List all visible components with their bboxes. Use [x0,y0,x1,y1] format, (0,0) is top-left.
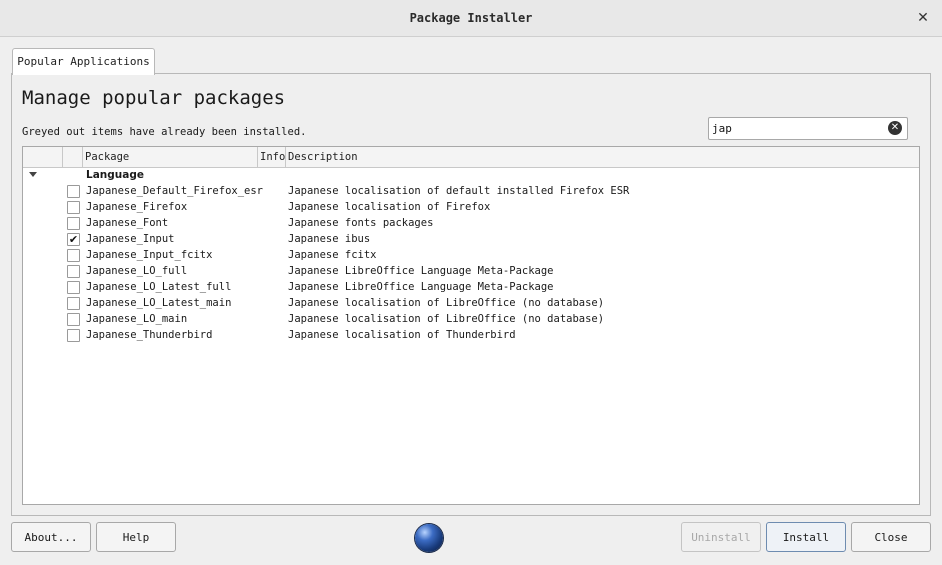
package-name: Japanese_Font [86,217,169,229]
package-name: Japanese_LO_main [86,313,188,325]
header-description[interactable]: Description [286,147,919,167]
search-input[interactable] [712,119,880,137]
table-row[interactable]: Japanese_LO_Latest_main Japanese localisa… [23,295,919,311]
installed-note: Greyed out items have already been insta… [22,126,307,138]
install-button[interactable]: Install [766,522,846,552]
uninstall-button[interactable]: Uninstall [681,522,761,552]
package-checkbox[interactable] [67,329,80,342]
close-button[interactable]: Close [851,522,931,552]
search-box: ✕ [708,117,908,140]
window-title: Package Installer [409,11,533,25]
package-name: Japanese_LO_Latest_main [86,297,232,309]
package-name: Japanese_Firefox [86,201,188,213]
package-installer-window: Package Installer ✕ Popular Applications… [0,0,942,565]
package-description: Japanese LibreOffice Language Meta-Packa… [288,265,554,277]
package-name: Japanese_Default_Firefox_esr [86,185,264,197]
package-checkbox[interactable] [67,217,80,230]
clear-search-icon[interactable]: ✕ [888,121,902,135]
package-checkbox[interactable] [67,249,80,262]
header-expander-col[interactable] [23,147,63,167]
table-row[interactable]: Japanese_Input_fcitx Japanese fcitx [23,247,919,263]
package-checkbox[interactable] [67,185,80,198]
package-checkbox[interactable] [67,201,80,214]
package-name: Japanese_Input_fcitx [86,249,213,261]
package-description: Japanese localisation of default install… [288,185,630,197]
package-name: Japanese_Thunderbird [86,329,213,341]
table-row[interactable]: ✔ Japanese_Input Japanese ibus [23,231,919,247]
table-row[interactable]: Japanese_Firefox Japanese localisation of… [23,199,919,215]
header-info[interactable]: Info [258,147,286,167]
package-description: Japanese localisation of Thunderbird [288,329,516,341]
package-description: Japanese localisation of Firefox [288,201,491,213]
expander-down-icon[interactable] [29,172,37,177]
package-checkbox[interactable]: ✔ [67,233,80,246]
package-description: Japanese localisation of LibreOffice (no… [288,297,605,309]
package-checkbox[interactable] [67,297,80,310]
table-row[interactable]: Japanese_Font Japanese fonts packages [23,215,919,231]
package-description: Japanese fcitx [288,249,377,261]
table-row[interactable]: Japanese_Thunderbird Japanese localisatio… [23,327,919,343]
package-checkbox[interactable] [67,281,80,294]
title-bar: Package Installer ✕ [0,0,942,37]
table-row[interactable]: Japanese_Default_Firefox_esr Japanese loc… [23,183,919,199]
package-description: Japanese fonts packages [288,217,434,229]
globe-icon [415,524,443,552]
package-name: Japanese_LO_full [86,265,188,277]
header-check-col[interactable] [63,147,83,167]
page-title: Manage popular packages [22,87,286,109]
package-checkbox[interactable] [67,313,80,326]
header-package[interactable]: Package [83,147,258,167]
tree-header: Package Info Description [23,147,919,168]
table-row[interactable]: Japanese_LO_full Japanese LibreOffice Lan… [23,263,919,279]
package-name: Japanese_LO_Latest_full [86,281,232,293]
table-row[interactable]: Japanese_LO_Latest_full Japanese LibreOff… [23,279,919,295]
package-checkbox[interactable] [67,265,80,278]
close-icon[interactable]: ✕ [914,9,932,27]
group-row-language[interactable]: Language [23,167,919,183]
package-description: Japanese localisation of LibreOffice (no… [288,313,605,325]
package-description: Japanese LibreOffice Language Meta-Packa… [288,281,554,293]
package-description: Japanese ibus [288,233,371,245]
help-button[interactable]: Help [96,522,176,552]
about-button[interactable]: About... [11,522,91,552]
package-tree[interactable]: Package Info Description Language Japane… [22,146,920,505]
package-name: Japanese_Input [86,233,175,245]
table-row[interactable]: Japanese_LO_main Japanese localisation of… [23,311,919,327]
group-label: Language [86,169,144,181]
tab-popular-applications[interactable]: Popular Applications [12,48,155,75]
